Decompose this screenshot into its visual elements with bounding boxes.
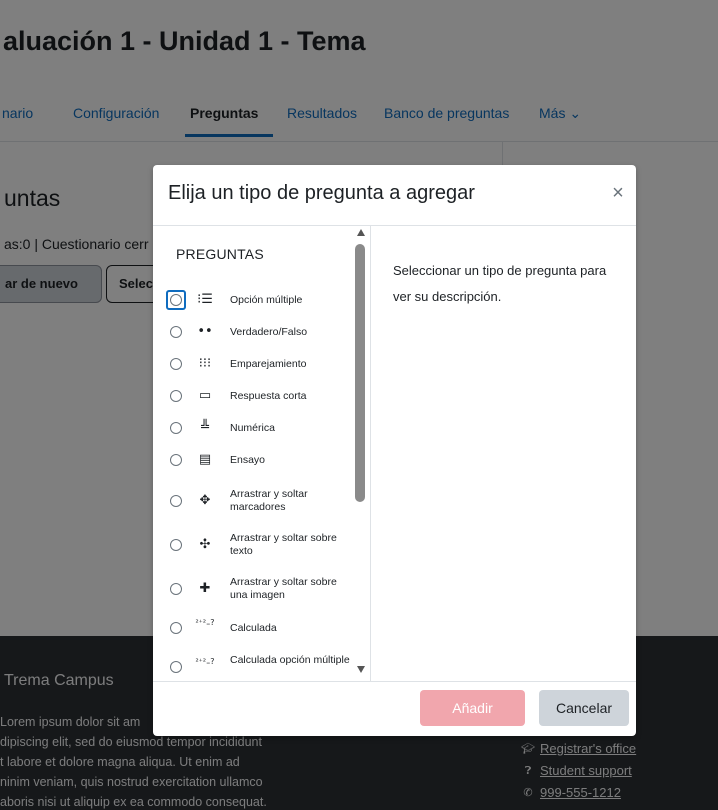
radio-button[interactable] [170, 358, 182, 370]
question-type-option[interactable]: ✚ Arrastrar y soltar sobre una imagen [153, 574, 353, 604]
question-type-label: Verdadero/Falso [230, 326, 308, 338]
radio-button[interactable] [170, 661, 182, 673]
scroll-up-arrow-icon[interactable] [357, 229, 365, 236]
question-type-label: Opción múltiple [230, 294, 303, 306]
question-type-list-pane[interactable]: PREGUNTAS ⁝☰ Opción múltiple •• Verdadero/F… [153, 226, 371, 681]
question-type-label: Arrastrar y soltar marcadores [230, 488, 308, 513]
modal-title: Elija un tipo de pregunta a agregar [168, 182, 475, 204]
cancel-button[interactable]: Cancelar [539, 690, 629, 726]
question-type-label: Ensayo [230, 454, 266, 466]
scroll-down-arrow-icon[interactable] [357, 666, 365, 673]
radio-button[interactable] [170, 326, 182, 338]
match-icon: ⁝⁝⁝ [198, 356, 212, 371]
shortanswer-icon: ▭ [198, 388, 212, 403]
ddwtos-icon: ✣ [199, 537, 211, 552]
modal-header: Elija un tipo de pregunta a agregar × [153, 165, 636, 226]
question-type-chooser-dialog: Elija un tipo de pregunta a agregar × PR… [153, 165, 636, 736]
scrollbar-thumb[interactable] [355, 244, 365, 502]
question-type-option[interactable]: •• Verdadero/Falso [153, 322, 353, 342]
radio-button[interactable] [170, 422, 182, 434]
question-type-option[interactable]: ✥ Arrastrar y soltar marcadores [153, 486, 353, 516]
truefalse-icon: •• [197, 324, 213, 339]
ddmarker-icon: ✥ [199, 493, 211, 508]
multichoice-icon: ⁝☰ [197, 292, 213, 307]
questions-section-label: PREGUNTAS [176, 246, 264, 262]
calculatedmulti-icon: ²⁺²₌? [195, 657, 215, 666]
radio-button[interactable] [170, 583, 182, 595]
question-type-label: Respuesta corta [230, 390, 307, 402]
question-type-label: Calculada [230, 622, 277, 634]
ddimageortext-icon: ✚ [199, 581, 211, 596]
radio-button[interactable] [170, 390, 182, 402]
radio-button[interactable] [170, 622, 182, 634]
question-type-option[interactable]: ⁝☰ Opción múltiple [153, 290, 353, 310]
question-type-option[interactable]: ²⁺²₌? Calculada [153, 618, 353, 638]
question-type-option[interactable]: ▤ Ensayo [153, 450, 353, 470]
add-button[interactable]: Añadir [420, 690, 525, 726]
question-type-option[interactable]: ▭ Respuesta corta [153, 386, 353, 406]
question-type-option[interactable]: ²⁺²₌? Calculada opción múltiple [153, 652, 353, 681]
question-type-label: Calculada opción múltiple [230, 654, 350, 666]
radio-button[interactable] [170, 294, 182, 306]
essay-icon: ▤ [198, 452, 212, 467]
question-type-option[interactable]: ╩ Numérica [153, 418, 353, 438]
question-type-label: Arrastrar y soltar sobre texto [230, 532, 337, 557]
question-type-label: Arrastrar y soltar sobre una imagen [230, 576, 337, 601]
question-type-option[interactable]: ✣ Arrastrar y soltar sobre texto [153, 530, 353, 560]
scrollbar[interactable] [353, 226, 369, 681]
question-type-label: Emparejamiento [230, 358, 307, 370]
modal-body: PREGUNTAS ⁝☰ Opción múltiple •• Verdadero/F… [153, 226, 636, 681]
numerical-icon: ╩ [201, 420, 209, 435]
modal-footer: Añadir Cancelar [153, 681, 636, 736]
calculated-icon: ²⁺²₌? [195, 618, 215, 627]
close-icon[interactable]: × [608, 183, 628, 205]
question-type-description: Seleccionar un tipo de pregunta para ver… [393, 263, 607, 304]
radio-button[interactable] [170, 495, 182, 507]
question-type-label: Numérica [230, 422, 275, 434]
radio-button[interactable] [170, 454, 182, 466]
radio-button[interactable] [170, 539, 182, 551]
question-type-option[interactable]: ⁝⁝⁝ Emparejamiento [153, 354, 353, 374]
